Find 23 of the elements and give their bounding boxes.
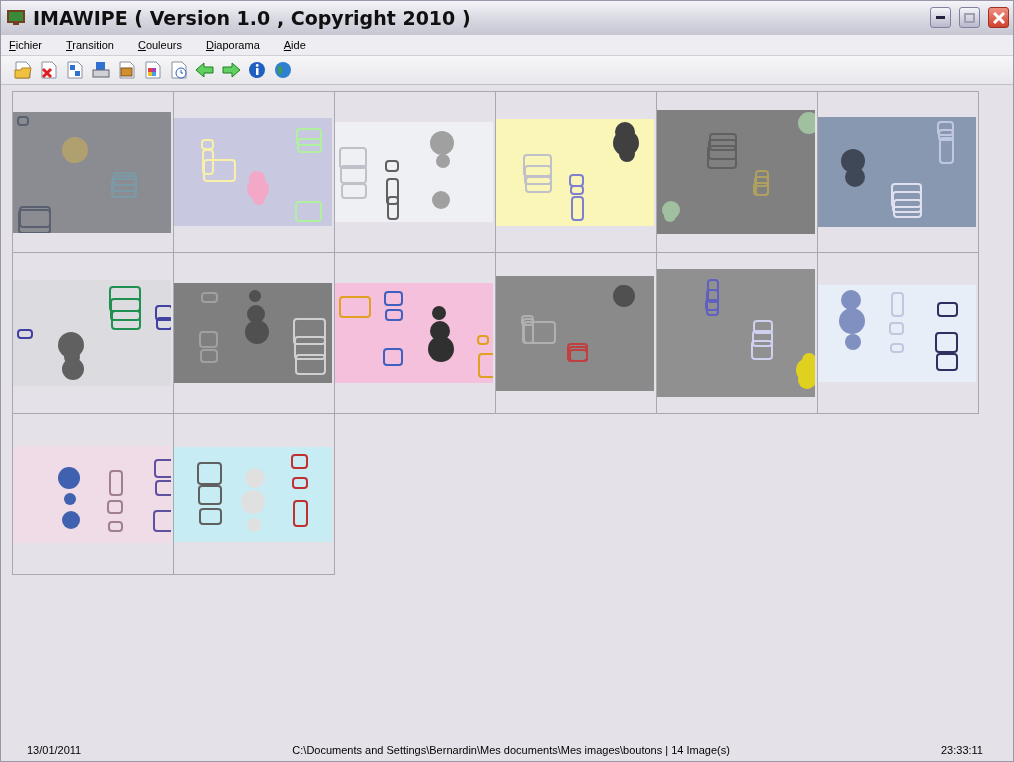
menu-item[interactable]: Diaporama [205, 39, 260, 51]
thumbnail-cell[interactable] [12, 252, 174, 414]
thumbnail-cell[interactable] [173, 413, 335, 575]
menu-item[interactable]: Aide [283, 39, 306, 51]
minimize-button[interactable] [930, 7, 951, 28]
folder-button[interactable] [11, 58, 35, 82]
status-date: 13/01/2011 [27, 744, 82, 756]
thumbnail-cell[interactable] [817, 91, 979, 253]
minimize-icon [936, 16, 945, 19]
close-icon [992, 11, 1005, 24]
maximize-icon [964, 12, 975, 23]
window-title: IMAWIPE ( Version 1.0 , Copyright 2010 ) [33, 6, 472, 29]
status-time: 23:33:11 [941, 744, 983, 756]
maximize-button[interactable] [959, 7, 980, 28]
menu-item[interactable]: Couleurs [137, 39, 182, 51]
thumbnail-cell[interactable] [817, 252, 979, 414]
menu-item[interactable]: Fichier [9, 39, 43, 51]
thumbnail-cell[interactable] [12, 91, 174, 253]
thumbnail-cell[interactable] [12, 413, 174, 575]
menu-item[interactable]: Transition [66, 39, 114, 51]
app-icon [7, 9, 25, 26]
status-path: C:\Documents and Settings\Bernardin\Mes documents\Mes images\boutons | 14 Image(s) [291, 744, 731, 756]
close-button[interactable] [988, 7, 1009, 28]
